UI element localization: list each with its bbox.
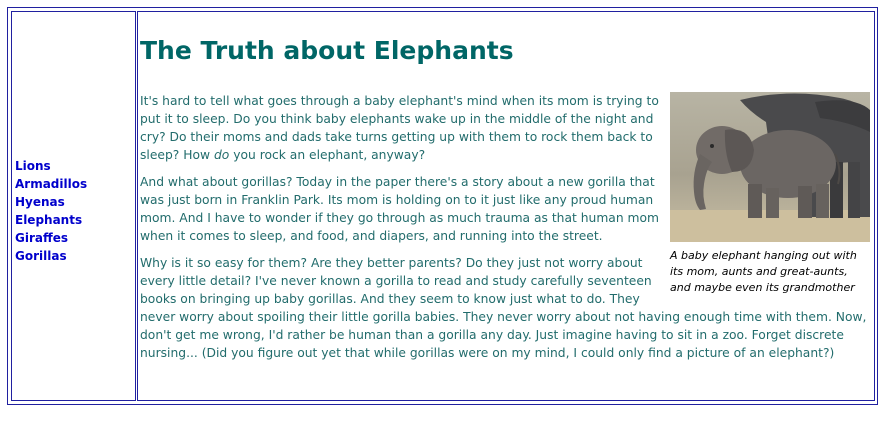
nav-link-elephants[interactable]: Elephants [15, 213, 82, 227]
nav-list: Lions Armadillos Hyenas Elephants Giraff… [15, 156, 87, 264]
nav-item-armadillos: Armadillos [15, 174, 87, 192]
page-title: The Truth about Elephants [140, 36, 514, 65]
elephant-figure: A baby elephant hanging out with its mom… [670, 92, 870, 296]
nav-link-gorillas[interactable]: Gorillas [15, 249, 67, 263]
nav-link-armadillos[interactable]: Armadillos [15, 177, 87, 191]
nav-item-gorillas: Gorillas [15, 246, 87, 264]
nav-link-giraffes[interactable]: Giraffes [15, 231, 68, 245]
photo-caption: A baby elephant hanging out with its mom… [670, 249, 857, 294]
nav-item-giraffes: Giraffes [15, 228, 87, 246]
elephant-photo [670, 92, 870, 242]
nav-item-lions: Lions [15, 156, 87, 174]
page-frame: Lions Armadillos Hyenas Elephants Giraff… [7, 7, 878, 405]
nav-item-elephants: Elephants [15, 210, 87, 228]
nav-item-hyenas: Hyenas [15, 192, 87, 210]
paragraph-1-emphasis: do [213, 148, 230, 162]
nav-link-lions[interactable]: Lions [15, 159, 51, 173]
paragraph-1-text-after: you rock an elephant, anyway? [229, 148, 426, 162]
nav-link-hyenas[interactable]: Hyenas [15, 195, 65, 209]
sidebar-nav: Lions Armadillos Hyenas Elephants Giraff… [11, 11, 136, 401]
main-content: The Truth about Elephants A baby elephan… [137, 11, 875, 401]
article-body: A baby elephant hanging out with its mom… [140, 92, 870, 371]
